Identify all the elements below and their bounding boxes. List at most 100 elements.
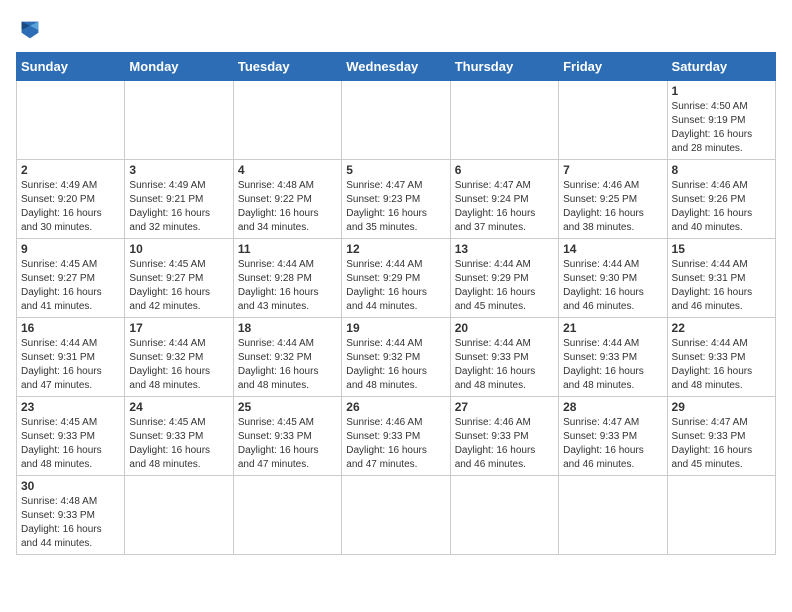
page-header: [16, 16, 776, 44]
day-number: 17: [129, 321, 228, 335]
day-number: 8: [672, 163, 771, 177]
calendar-cell: [125, 81, 233, 160]
calendar-cell: 16 Sunrise: 4:44 AM Sunset: 9:31 PM Dayli…: [17, 318, 125, 397]
day-number: 18: [238, 321, 337, 335]
day-info: Sunrise: 4:45 AM Sunset: 9:33 PM Dayligh…: [129, 416, 228, 472]
day-info: Sunrise: 4:49 AM Sunset: 9:21 PM Dayligh…: [129, 179, 228, 235]
day-number: 5: [346, 163, 445, 177]
day-info: Sunrise: 4:44 AM Sunset: 9:29 PM Dayligh…: [455, 258, 554, 314]
calendar-cell: 7Sunrise: 4:46 AM Sunset: 9:25 PM Daylig…: [559, 160, 667, 239]
week-row-2: 2 Sunrise: 4:49 AM Sunset: 9:20 PM Daylig…: [17, 160, 776, 239]
column-header-monday: Monday: [125, 53, 233, 81]
week-row-3: 9 Sunrise: 4:45 AM Sunset: 9:27 PM Daylig…: [17, 239, 776, 318]
day-info: Sunrise: 4:44 AM Sunset: 9:32 PM Dayligh…: [346, 337, 445, 393]
day-number: 7: [563, 163, 662, 177]
calendar-cell: [233, 476, 341, 555]
day-info: Sunrise: 4:45 AM Sunset: 9:33 PM Dayligh…: [238, 416, 337, 472]
day-info: Sunrise: 4:46 AM Sunset: 9:26 PM Dayligh…: [672, 179, 771, 235]
day-info: Sunrise: 4:47 AM Sunset: 9:23 PM Dayligh…: [346, 179, 445, 235]
column-header-sunday: Sunday: [17, 53, 125, 81]
calendar-cell: 11Sunrise: 4:44 AM Sunset: 9:28 PM Dayli…: [233, 239, 341, 318]
calendar-cell: [667, 476, 775, 555]
week-row-6: 30Sunrise: 4:48 AM Sunset: 9:33 PM Dayli…: [17, 476, 776, 555]
day-number: 16: [21, 321, 120, 335]
day-info: Sunrise: 4:46 AM Sunset: 9:33 PM Dayligh…: [455, 416, 554, 472]
calendar-cell: [125, 476, 233, 555]
day-info: Sunrise: 4:48 AM Sunset: 9:22 PM Dayligh…: [238, 179, 337, 235]
day-number: 19: [346, 321, 445, 335]
calendar-cell: 19 Sunrise: 4:44 AM Sunset: 9:32 PM Dayli…: [342, 318, 450, 397]
day-info: Sunrise: 4:50 AM Sunset: 9:19 PM Dayligh…: [672, 100, 771, 156]
column-header-saturday: Saturday: [667, 53, 775, 81]
day-number: 6: [455, 163, 554, 177]
calendar-cell: [559, 476, 667, 555]
day-info: Sunrise: 4:44 AM Sunset: 9:31 PM Dayligh…: [21, 337, 120, 393]
day-number: 20: [455, 321, 554, 335]
calendar-cell: 2 Sunrise: 4:49 AM Sunset: 9:20 PM Daylig…: [17, 160, 125, 239]
day-info: Sunrise: 4:47 AM Sunset: 9:33 PM Dayligh…: [672, 416, 771, 472]
day-info: Sunrise: 4:45 AM Sunset: 9:27 PM Dayligh…: [129, 258, 228, 314]
calendar-cell: [17, 81, 125, 160]
calendar-cell: 22Sunrise: 4:44 AM Sunset: 9:33 PM Dayli…: [667, 318, 775, 397]
calendar-cell: 4 Sunrise: 4:48 AM Sunset: 9:22 PM Daylig…: [233, 160, 341, 239]
calendar-cell: 29 Sunrise: 4:47 AM Sunset: 9:33 PM Dayli…: [667, 397, 775, 476]
day-number: 14: [563, 242, 662, 256]
calendar-cell: 27 Sunrise: 4:46 AM Sunset: 9:33 PM Dayli…: [450, 397, 558, 476]
day-info: Sunrise: 4:44 AM Sunset: 9:33 PM Dayligh…: [563, 337, 662, 393]
day-info: Sunrise: 4:44 AM Sunset: 9:32 PM Dayligh…: [129, 337, 228, 393]
day-info: Sunrise: 4:49 AM Sunset: 9:20 PM Dayligh…: [21, 179, 120, 235]
day-number: 24: [129, 400, 228, 414]
day-info: Sunrise: 4:44 AM Sunset: 9:33 PM Dayligh…: [455, 337, 554, 393]
day-number: 3: [129, 163, 228, 177]
column-header-tuesday: Tuesday: [233, 53, 341, 81]
calendar-cell: 26Sunrise: 4:46 AM Sunset: 9:33 PM Dayli…: [342, 397, 450, 476]
day-info: Sunrise: 4:44 AM Sunset: 9:31 PM Dayligh…: [672, 258, 771, 314]
day-number: 4: [238, 163, 337, 177]
day-number: 13: [455, 242, 554, 256]
calendar-cell: 28 Sunrise: 4:47 AM Sunset: 9:33 PM Dayli…: [559, 397, 667, 476]
calendar-cell: 10 Sunrise: 4:45 AM Sunset: 9:27 PM Dayli…: [125, 239, 233, 318]
calendar-cell: 1 Sunrise: 4:50 AM Sunset: 9:19 PM Daylig…: [667, 81, 775, 160]
day-number: 10: [129, 242, 228, 256]
calendar-cell: [450, 81, 558, 160]
calendar-header-row: SundayMondayTuesdayWednesdayThursdayFrid…: [17, 53, 776, 81]
day-info: Sunrise: 4:45 AM Sunset: 9:33 PM Dayligh…: [21, 416, 120, 472]
calendar-cell: [342, 81, 450, 160]
day-info: Sunrise: 4:47 AM Sunset: 9:33 PM Dayligh…: [563, 416, 662, 472]
calendar-cell: 3 Sunrise: 4:49 AM Sunset: 9:21 PM Daylig…: [125, 160, 233, 239]
day-number: 23: [21, 400, 120, 414]
calendar-cell: 9Sunrise: 4:45 AM Sunset: 9:27 PM Daylig…: [17, 239, 125, 318]
calendar-cell: 13 Sunrise: 4:44 AM Sunset: 9:29 PM Dayli…: [450, 239, 558, 318]
calendar-cell: 18 Sunrise: 4:44 AM Sunset: 9:32 PM Dayli…: [233, 318, 341, 397]
column-header-thursday: Thursday: [450, 53, 558, 81]
day-info: Sunrise: 4:48 AM Sunset: 9:33 PM Dayligh…: [21, 495, 120, 551]
day-info: Sunrise: 4:46 AM Sunset: 9:33 PM Dayligh…: [346, 416, 445, 472]
day-number: 27: [455, 400, 554, 414]
calendar-cell: 30Sunrise: 4:48 AM Sunset: 9:33 PM Dayli…: [17, 476, 125, 555]
calendar-cell: [342, 476, 450, 555]
day-info: Sunrise: 4:44 AM Sunset: 9:29 PM Dayligh…: [346, 258, 445, 314]
day-number: 29: [672, 400, 771, 414]
day-number: 2: [21, 163, 120, 177]
day-number: 22: [672, 321, 771, 335]
calendar-cell: 12 Sunrise: 4:44 AM Sunset: 9:29 PM Dayli…: [342, 239, 450, 318]
day-number: 12: [346, 242, 445, 256]
day-info: Sunrise: 4:44 AM Sunset: 9:32 PM Dayligh…: [238, 337, 337, 393]
logo: [16, 16, 48, 44]
day-number: 1: [672, 84, 771, 98]
calendar-cell: 21Sunrise: 4:44 AM Sunset: 9:33 PM Dayli…: [559, 318, 667, 397]
general-blue-icon: [16, 16, 44, 44]
calendar-table: SundayMondayTuesdayWednesdayThursdayFrid…: [16, 52, 776, 555]
calendar-cell: 14Sunrise: 4:44 AM Sunset: 9:30 PM Dayli…: [559, 239, 667, 318]
calendar-cell: 20 Sunrise: 4:44 AM Sunset: 9:33 PM Dayli…: [450, 318, 558, 397]
day-info: Sunrise: 4:47 AM Sunset: 9:24 PM Dayligh…: [455, 179, 554, 235]
day-number: 11: [238, 242, 337, 256]
day-number: 25: [238, 400, 337, 414]
day-number: 28: [563, 400, 662, 414]
day-number: 9: [21, 242, 120, 256]
calendar-cell: [559, 81, 667, 160]
week-row-5: 23 Sunrise: 4:45 AM Sunset: 9:33 PM Dayli…: [17, 397, 776, 476]
column-header-wednesday: Wednesday: [342, 53, 450, 81]
calendar-cell: 15Sunrise: 4:44 AM Sunset: 9:31 PM Dayli…: [667, 239, 775, 318]
calendar-cell: 23 Sunrise: 4:45 AM Sunset: 9:33 PM Dayli…: [17, 397, 125, 476]
